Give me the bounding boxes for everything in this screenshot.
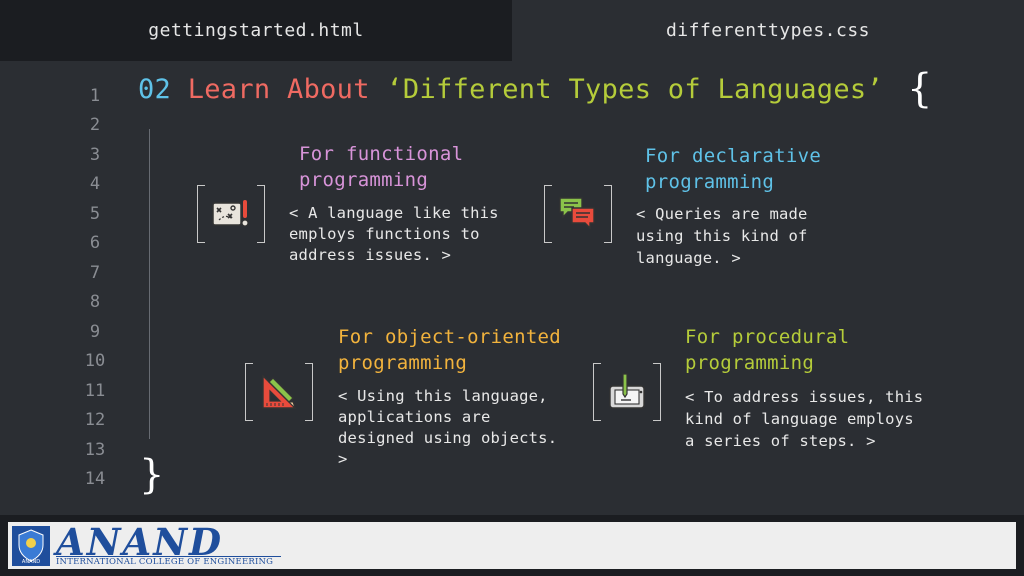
object-oriented-icon-frame [245,363,313,421]
declarative-desc-line: language. > [636,249,741,267]
functional-desc-line: address issues. > [289,246,452,264]
line-number: 6 [89,233,101,253]
line-number: 5 [89,204,101,224]
tab-bar: gettingstarted.html differenttypes.css [0,0,1024,61]
procedural-desc-line: < To address issues, this [685,388,924,406]
functional-desc-line: employs functions to [289,225,480,243]
procedural-desc-line: kind of language employs [685,410,914,428]
procedural-description: < To address issues, this kind of langua… [685,386,923,452]
line-number: 4 [89,174,101,194]
line-number: 7 [89,263,101,283]
close-brace: } [139,452,165,498]
line-number: 2 [89,115,101,135]
procedural-icon-frame [593,363,661,421]
line-number: 8 [89,292,101,312]
procedural-title: For procedural programming [685,324,849,376]
line-number: 11 [84,381,106,401]
declarative-desc-line: using this kind of [636,227,808,245]
title-keyword: Learn About [187,74,370,105]
declarative-title: For declarative programming [645,143,821,195]
procedural-desc-line: a series of steps. > [685,432,876,450]
line-number: 10 [84,351,106,371]
college-emblem-icon: ANAND [12,526,50,566]
declarative-icon-frame [544,185,612,243]
line-number: 12 [84,410,106,430]
open-brace: { [907,66,933,112]
object-oriented-description: < Using this language, applications are … [338,386,557,470]
declarative-desc-line: < Queries are made [636,205,808,223]
emblem-text: ANAND [22,559,40,565]
footer-logo-strip: ANAND ANAND INTERNATIONAL COLLEGE OF ENG… [8,520,1016,569]
object-oriented-title-line: For object-oriented [338,326,562,348]
object-oriented-desc-line: applications are [338,408,491,426]
line-number: 13 [84,440,106,460]
object-oriented-title: For object-oriented programming [338,324,561,376]
functional-title-line: programming [299,169,429,191]
object-oriented-desc-line: < Using this language, [338,387,548,405]
ruler-pencil-icon [262,374,297,409]
object-oriented-title-line: programming [338,352,468,374]
declarative-title-line: For declarative [645,145,822,167]
tab-gettingstarted[interactable]: gettingstarted.html [0,0,512,61]
footer-bar: ANAND ANAND INTERNATIONAL COLLEGE OF ENG… [0,515,1024,576]
drawing-tablet-icon [609,373,645,409]
line-number: 3 [89,145,101,165]
title-number: 02 [138,74,172,105]
declarative-description: < Queries are made using this kind of la… [636,203,808,269]
line-number: 1 [89,86,101,106]
procedural-title-line: programming [685,352,815,374]
functional-description: < A language like this employs functions… [289,203,499,266]
tab-differenttypes[interactable]: differenttypes.css [512,0,1024,61]
functional-title: For functional programming [299,141,463,193]
line-number: 14 [84,469,106,489]
object-oriented-desc-line: > [338,450,348,468]
declarative-title-line: programming [645,171,775,193]
object-oriented-desc-line: designed using objects. [338,429,558,447]
procedural-title-line: For procedural [685,326,850,348]
strategy-board-icon [212,200,249,227]
functional-icon-frame [197,185,265,243]
brand-subtitle: INTERNATIONAL COLLEGE OF ENGINEERING [56,557,274,567]
title-string: ‘Different Types of Languages’ [386,74,884,105]
functional-desc-line: < A language like this [289,204,499,222]
line-number: 9 [89,322,101,342]
indent-guide [149,129,150,439]
page-title: 02 Learn About ‘Different Types of Langu… [138,74,883,105]
chat-bubbles-icon [559,197,595,230]
functional-title-line: For functional [299,143,464,165]
